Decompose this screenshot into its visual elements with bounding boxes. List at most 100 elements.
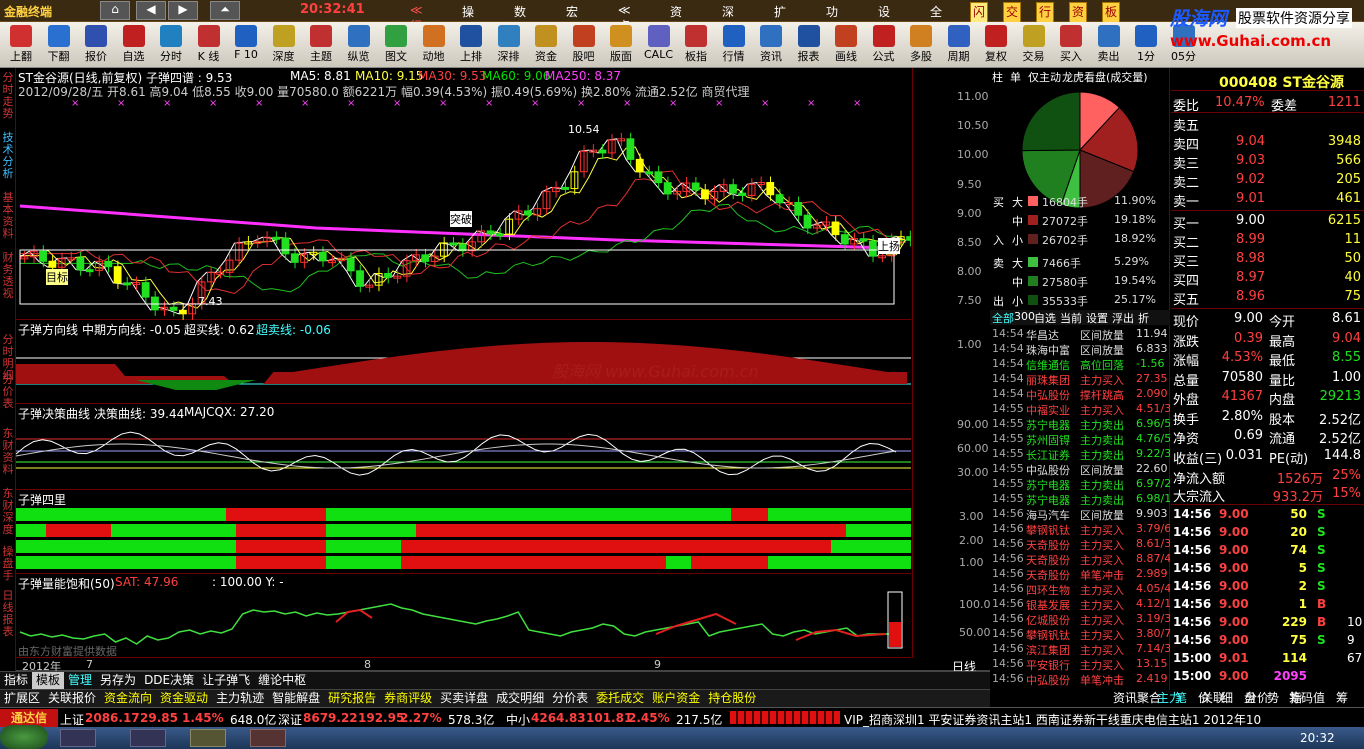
news-item[interactable]: 14:56 平安银行 主力买入 13.15 (990, 657, 1170, 672)
toolbar-18[interactable]: 板指 (677, 23, 715, 67)
four-panel[interactable]: 子弹四里 (16, 490, 911, 574)
ext-tab-12[interactable]: 账户资金 (648, 690, 704, 707)
ext-tab-11[interactable]: 委托成交 (592, 690, 648, 707)
left-tab-3[interactable]: 财务透视 (1, 252, 15, 300)
toolbar-13[interactable]: 深排 (490, 23, 528, 67)
left-tab-7[interactable]: 东财深度 (1, 488, 15, 536)
left-tab-0[interactable]: 分时走势 (1, 72, 15, 120)
ext-tab-8[interactable]: 买卖详盘 (436, 690, 492, 707)
toolbar-17[interactable]: CALC (640, 23, 678, 67)
toolbar-21[interactable]: 报表 (790, 23, 828, 67)
news-item[interactable]: 14:54 中弘股份 撑杆跳高 2.090 (990, 387, 1170, 402)
back-icon[interactable]: ◀ (136, 1, 166, 20)
toolbar-25[interactable]: 周期 (940, 23, 978, 67)
quote-subtab-1[interactable]: 价 (1198, 689, 1210, 706)
toolbar-1[interactable]: 下翻 (40, 23, 78, 67)
news-item[interactable]: 14:56 天奇股份 主力买入 8.61/3 (990, 537, 1170, 552)
toolbar-30[interactable]: 1分 (1127, 23, 1165, 67)
toolbar-23[interactable]: 公式 (865, 23, 903, 67)
toolbar-19[interactable]: 行情 (715, 23, 753, 67)
news-item[interactable]: 14:56 攀钢钒钛 主力买入 3.79/6 (990, 522, 1170, 537)
ie-icon[interactable] (60, 729, 96, 747)
news-item[interactable]: 14:56 天奇股份 单笔冲击 2.989 (990, 567, 1170, 582)
toolbar-14[interactable]: 资金 (527, 23, 565, 67)
ext-tab-6[interactable]: 研究报告 (324, 690, 380, 707)
left-tab-5[interactable]: 分价表 (1, 374, 15, 410)
news-item[interactable]: 14:56 海马汽车 区间放量 9.903 (990, 507, 1170, 522)
ext-tab-4[interactable]: 主力轨迹 (212, 690, 268, 707)
toolbar-28[interactable]: 买入 (1052, 23, 1090, 67)
left-tab-1[interactable]: 技术分析 (1, 132, 15, 180)
news-item[interactable]: 14:55 中福实业 主力买入 4.51/3 (990, 402, 1170, 417)
toolbar-3[interactable]: 自选 (115, 23, 153, 67)
toolbar-8[interactable]: 主题 (302, 23, 340, 67)
news-tab-5[interactable]: 浮出 (1112, 310, 1134, 326)
indicator-tab-6[interactable]: 缠论中枢 (254, 672, 310, 689)
collapse-icon[interactable]: ⏶ (210, 1, 240, 20)
kline-panel[interactable]: × × × × × × × × × × × × × × × × × × ST金谷源(日线,前复权) 子弹四谱 : … (16, 68, 911, 320)
news-tab-1[interactable]: 300 (1014, 310, 1035, 323)
toolbar-26[interactable]: 复权 (977, 23, 1015, 67)
news-item[interactable]: 14:54 华昌达 区间放量 11.94 (990, 327, 1170, 342)
decision-panel[interactable]: 子弹决策曲线 决策曲线: 39.44 MAJCQX: 27.20 (16, 404, 911, 490)
direction-panel[interactable]: 子弹方向线 中期方向线: -0.05 超买线: 0.62 超卖线: -0.06 … (16, 320, 911, 404)
pie-tab-0[interactable]: 柱 (992, 69, 1003, 85)
ext-tab-0[interactable]: 扩展区 (0, 690, 44, 707)
toolbar-16[interactable]: 版面 (602, 23, 640, 67)
quote-subtab-6[interactable]: 值 (1313, 689, 1325, 706)
toolbar-7[interactable]: 深度 (265, 23, 303, 67)
indicator-tab-3[interactable]: 另存为 (96, 672, 140, 689)
news-tab-0[interactable]: 全部 (992, 310, 1014, 326)
ext-tab-9[interactable]: 成交明细 (492, 690, 548, 707)
forward-icon[interactable]: ▶ (168, 1, 198, 20)
indicator-tab-1[interactable]: 模板 (32, 672, 65, 689)
quote-subtab-3[interactable]: 盘 (1244, 689, 1256, 706)
bird-icon[interactable] (130, 729, 166, 747)
left-tab-2[interactable]: 基本资料 (1, 192, 15, 240)
ext-tab-5[interactable]: 智能解盘 (268, 690, 324, 707)
news-item[interactable]: 14:54 珠海中富 区间放量 6.833 (990, 342, 1170, 357)
toolbar-9[interactable]: 纵览 (340, 23, 378, 67)
saturation-panel[interactable]: 子弹量能饱和(50) SAT: 47.96 : 100.00 Y: - 由东方财… (16, 574, 911, 658)
news-item[interactable]: 14:55 苏宁电器 主力卖出 6.98/1 (990, 492, 1170, 507)
quote-subtab-0[interactable]: 笔 (1175, 689, 1187, 706)
indicator-tab-0[interactable]: 指标 (0, 672, 32, 689)
news-item[interactable]: 14:55 苏宁电器 主力卖出 6.97/2 (990, 477, 1170, 492)
news-item[interactable]: 14:56 银基发展 主力买入 4.12/1 (990, 597, 1170, 612)
news-item[interactable]: 14:54 信维通信 高位回落 -1.56 (990, 357, 1170, 372)
ext-tab-3[interactable]: 资金驱动 (156, 690, 212, 707)
news-item[interactable]: 14:54 丽珠集团 主力买入 27.35 (990, 372, 1170, 387)
news-item[interactable]: 14:55 苏宁电器 主力卖出 6.96/5 (990, 417, 1170, 432)
toolbar-11[interactable]: 动地 (415, 23, 453, 67)
folder-icon[interactable] (190, 729, 226, 747)
ext-tab-7[interactable]: 券商评级 (380, 690, 436, 707)
indicator-tab-4[interactable]: DDE决策 (140, 672, 198, 689)
toolbar-6[interactable]: F 10 (227, 23, 265, 67)
news-item[interactable]: 14:56 滨江集团 主力买入 7.14/3 (990, 642, 1170, 657)
pie-tab-1[interactable]: 单 (1010, 69, 1021, 85)
toolbar-2[interactable]: 报价 (77, 23, 115, 67)
news-item[interactable]: 14:56 中弘股份 单笔冲击 2.419 (990, 672, 1170, 687)
toolbar-5[interactable]: K 线 (190, 23, 228, 67)
pie-tab-3[interactable]: 龙虎看盘(成交量) (1062, 69, 1148, 85)
toolbar-29[interactable]: 卖出 (1090, 23, 1128, 67)
news-item[interactable]: 14:56 天奇股份 主力买入 8.87/4 (990, 552, 1170, 567)
news-tab-6[interactable]: 折 (1138, 310, 1149, 326)
news-item[interactable]: 14:55 中弘股份 区间放量 22.60 (990, 462, 1170, 477)
news-tab-4[interactable]: 设置 (1086, 310, 1108, 326)
toolbar-0[interactable]: 上翻 (2, 23, 40, 67)
quote-subtab-4[interactable]: 势 (1267, 689, 1279, 706)
news-item[interactable]: 14:55 长江证券 主力卖出 9.22/3 (990, 447, 1170, 462)
quote-subtab-2[interactable]: 细 (1221, 689, 1233, 706)
ext-tab-13[interactable]: 持仓股份 (704, 690, 760, 707)
quote-tab-0[interactable]: 资讯聚合 (1113, 689, 1161, 706)
toolbar-4[interactable]: 分时 (152, 23, 190, 67)
quote-subtab-7[interactable]: 筹 (1336, 689, 1348, 706)
news-tab-3[interactable]: 当前 (1060, 310, 1082, 326)
left-tab-8[interactable]: 操盘手 (1, 546, 15, 582)
start-button[interactable] (0, 725, 48, 749)
news-item[interactable]: 14:56 亿城股份 主力买入 3.19/3 (990, 612, 1170, 627)
left-tab-6[interactable]: 东财资料 (1, 428, 15, 476)
toolbar-15[interactable]: 股吧 (565, 23, 603, 67)
toolbar-10[interactable]: 图文 (377, 23, 415, 67)
